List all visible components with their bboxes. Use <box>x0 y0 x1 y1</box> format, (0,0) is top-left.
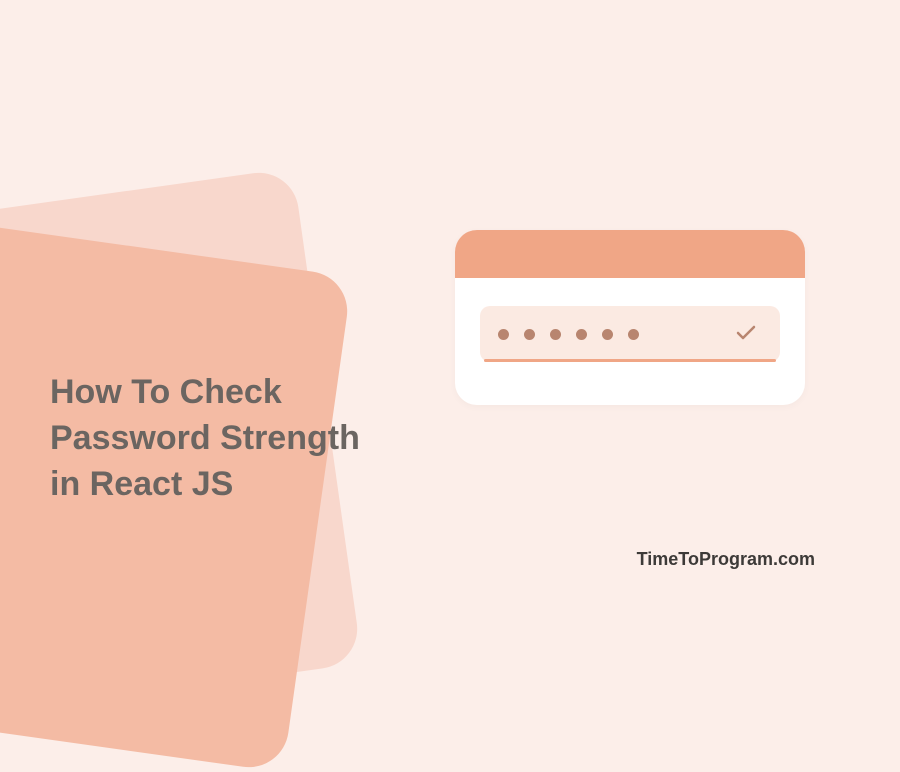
password-dot <box>628 329 639 340</box>
password-field[interactable] <box>480 306 780 362</box>
password-dot <box>602 329 613 340</box>
watermark: TimeToProgram.com <box>637 549 815 570</box>
title-line-3: in React JS <box>50 465 233 503</box>
check-icon <box>734 320 758 349</box>
password-dots <box>498 329 734 340</box>
password-dot <box>576 329 587 340</box>
page-title: How To Check Password Strength in React … <box>50 370 360 508</box>
password-dot <box>550 329 561 340</box>
password-dot <box>498 329 509 340</box>
card-body <box>455 278 805 390</box>
card-header <box>455 230 805 278</box>
password-card <box>455 230 805 405</box>
title-line-2: Password Strength <box>50 419 360 457</box>
password-dot <box>524 329 535 340</box>
title-line-1: How To Check <box>50 373 282 411</box>
